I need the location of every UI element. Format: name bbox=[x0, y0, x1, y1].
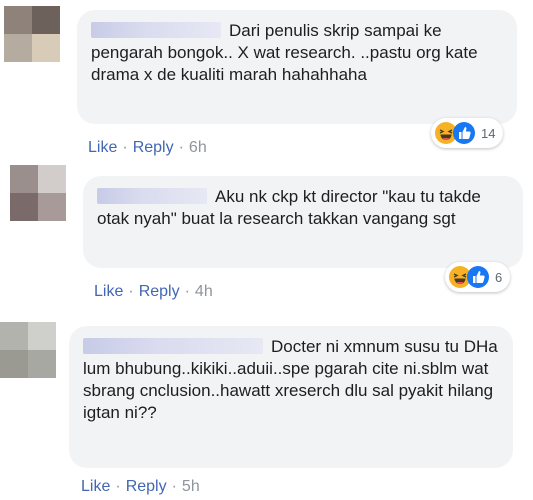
separator: · bbox=[122, 139, 128, 156]
reaction-summary[interactable]: 14 bbox=[431, 118, 504, 148]
comment-bubble: Docter ni xmnum susu tu DHa lum bhubung.… bbox=[69, 326, 513, 468]
reply-link[interactable]: Reply bbox=[139, 283, 180, 300]
comment-bubble: Dari penulis skrip sampai ke pengarah bo… bbox=[77, 10, 517, 124]
redacted-author-name[interactable] bbox=[97, 188, 207, 204]
comment-1: Dari penulis skrip sampai ke pengarah bo… bbox=[0, 0, 533, 165]
like-link[interactable]: Like bbox=[94, 283, 123, 300]
comment-bubble: Aku nk ckp kt director "kau tu takde ota… bbox=[83, 176, 523, 268]
reaction-summary[interactable]: 6 bbox=[445, 262, 511, 292]
comment-actions: Like · Reply · 5h bbox=[81, 478, 200, 496]
comment-text: Aku nk ckp kt director "kau tu takde ota… bbox=[97, 186, 509, 230]
timestamp[interactable]: 5h bbox=[182, 478, 200, 495]
comment-actions: Like · Reply · 4h bbox=[94, 283, 213, 301]
redacted-author-name[interactable] bbox=[83, 338, 263, 354]
comment-2: Aku nk ckp kt director "kau tu takde ota… bbox=[0, 165, 533, 310]
avatar[interactable] bbox=[10, 165, 66, 221]
reaction-count: 6 bbox=[495, 269, 503, 285]
like-link[interactable]: Like bbox=[81, 478, 110, 495]
separator: · bbox=[171, 478, 177, 495]
like-icon bbox=[453, 122, 475, 144]
redacted-author-name[interactable] bbox=[91, 22, 221, 38]
separator: · bbox=[178, 139, 184, 156]
like-icon bbox=[467, 266, 489, 288]
timestamp[interactable]: 6h bbox=[189, 139, 207, 156]
separator: · bbox=[184, 283, 190, 300]
reply-link[interactable]: Reply bbox=[126, 478, 167, 495]
comment-3: Docter ni xmnum susu tu DHa lum bhubung.… bbox=[0, 310, 533, 500]
avatar[interactable] bbox=[0, 322, 56, 378]
comment-actions: Like · Reply · 6h bbox=[88, 139, 207, 157]
comment-text: Docter ni xmnum susu tu DHa lum bhubung.… bbox=[83, 336, 499, 424]
reply-link[interactable]: Reply bbox=[133, 139, 174, 156]
timestamp[interactable]: 4h bbox=[195, 283, 213, 300]
like-link[interactable]: Like bbox=[88, 139, 117, 156]
separator: · bbox=[115, 478, 121, 495]
avatar[interactable] bbox=[4, 6, 60, 62]
separator: · bbox=[128, 283, 134, 300]
reaction-count: 14 bbox=[481, 125, 496, 141]
comment-text: Dari penulis skrip sampai ke pengarah bo… bbox=[91, 20, 503, 86]
